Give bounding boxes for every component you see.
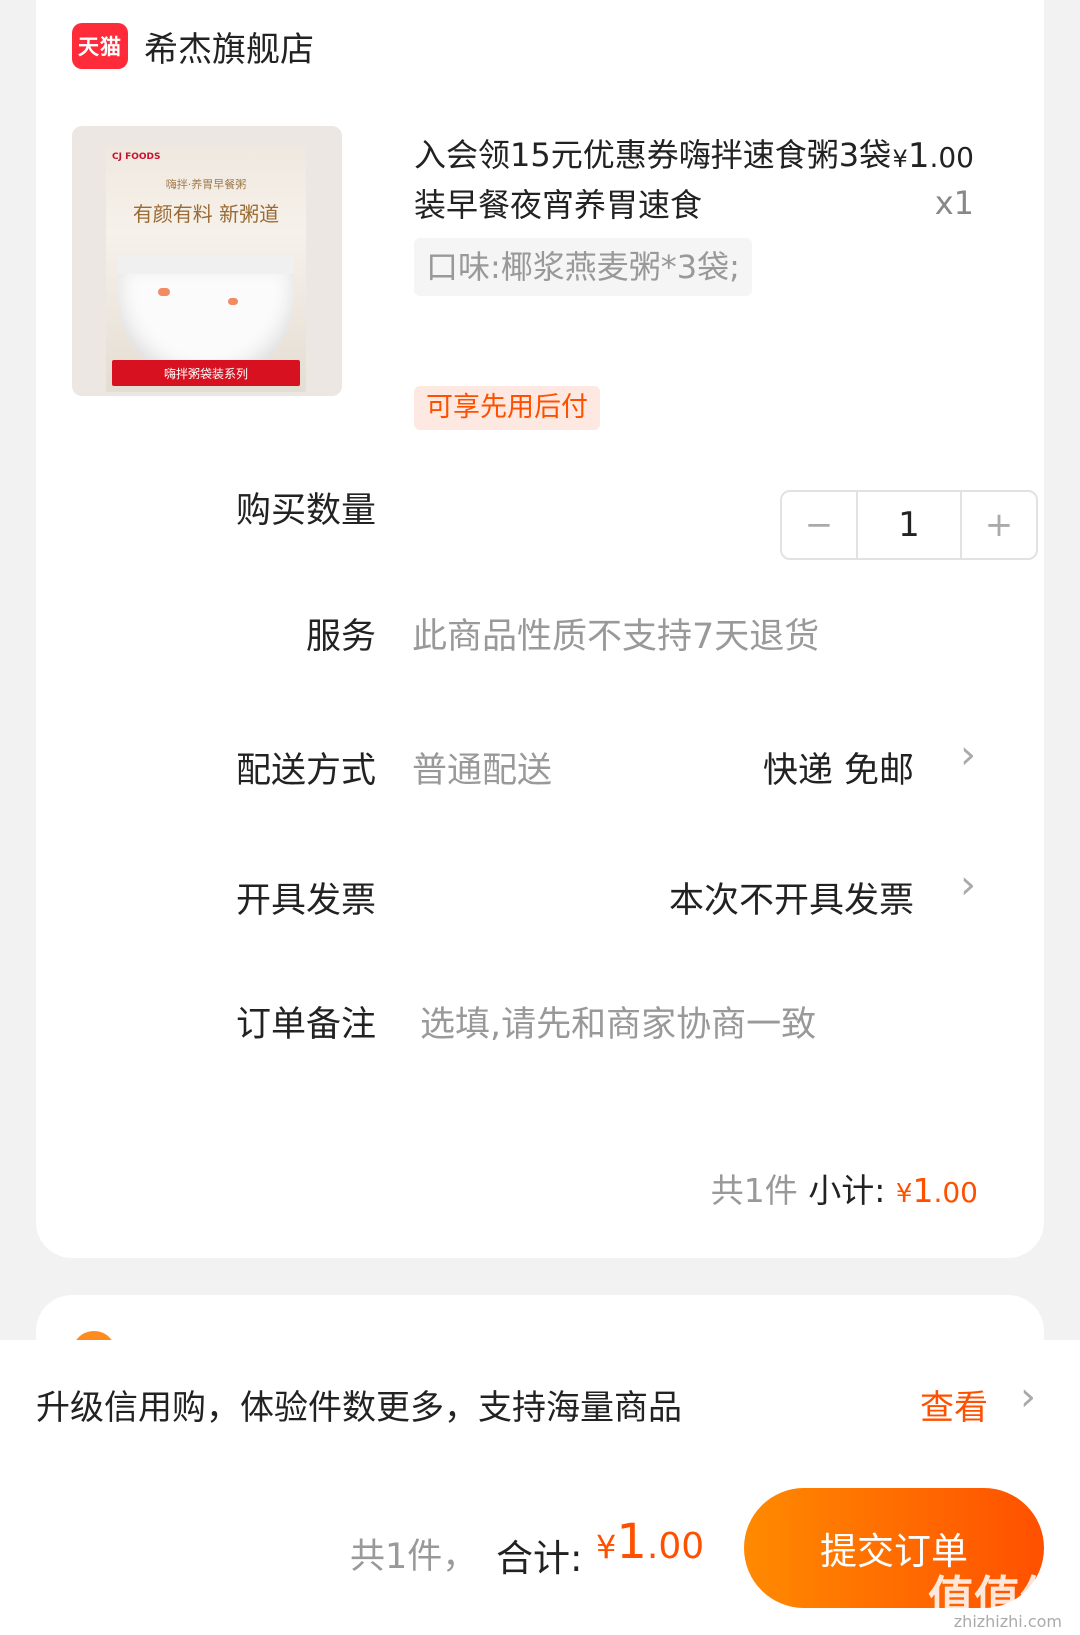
quantity-increase-button[interactable]: + xyxy=(962,492,1036,558)
subtotal-decimal: .00 xyxy=(933,1176,978,1209)
total-currency: ¥ xyxy=(596,1528,617,1566)
quantity-input[interactable]: 1 xyxy=(856,492,962,558)
promo-text: 升级信用购，体验件数更多，支持海量商品 xyxy=(36,1388,682,1428)
subtotal-currency: ¥ xyxy=(895,1179,913,1209)
total-decimal: .00 xyxy=(646,1526,705,1567)
product-image[interactable]: CJ FOODS 嗨拌·养胃早餐粥 有颜有料 新粥道 嗨拌粥袋装系列 xyxy=(72,126,342,396)
product-image-brand: CJ FOODS xyxy=(112,152,161,162)
product-title[interactable]: 入会领15元优惠券嗨拌速食粥3袋装早餐夜宵养胃速食 xyxy=(414,130,904,230)
footer-item-count: 共1件， xyxy=(350,1537,478,1577)
service-label: 服务 xyxy=(305,617,376,657)
subtotal: 共1件 小计: ¥1.00 xyxy=(711,1164,978,1212)
price-decimal: .00 xyxy=(929,141,974,174)
product-price: ¥1.00 xyxy=(893,136,974,176)
credit-promo-bar[interactable]: 升级信用购，体验件数更多，支持海量商品 查看 › xyxy=(0,1340,1080,1470)
quantity-label: 购买数量 xyxy=(235,491,376,531)
product-spec: 口味:椰浆燕麦粥*3袋; xyxy=(414,238,752,296)
promo-view-link[interactable]: 查看 xyxy=(920,1380,988,1429)
chevron-right-icon[interactable]: › xyxy=(1020,1374,1036,1420)
remark-label: 订单备注 xyxy=(235,1005,376,1045)
product-quantity: x1 xyxy=(934,184,974,222)
delivery-label: 配送方式 xyxy=(235,751,376,791)
invoice-option[interactable]: 本次不开具发票 xyxy=(669,872,914,923)
delivery-option[interactable]: 快递 免邮 xyxy=(763,742,914,793)
subtotal-label: 小计: xyxy=(808,1171,886,1210)
invoice-label: 开具发票 xyxy=(235,881,376,921)
subtotal-count: 共1件 xyxy=(710,1171,798,1210)
tmall-logo: 天猫 xyxy=(72,23,128,69)
product-image-title: 有颜有料 新粥道 xyxy=(132,202,280,226)
service-value: 此商品性质不支持7天退货 xyxy=(412,617,820,657)
pay-later-badge: 可享先用后付 xyxy=(414,386,600,430)
checkout-footer: 共1件， 合计: ¥1.00 提交订单 xyxy=(0,1470,1080,1635)
total-amount: ¥1.00 xyxy=(596,1514,704,1570)
product-package-image: CJ FOODS 嗨拌·养胃早餐粥 有颜有料 新粥道 嗨拌粥袋装系列 xyxy=(106,146,306,392)
total-integer: 1 xyxy=(616,1514,647,1570)
shop-name[interactable]: 希杰旗舰店 xyxy=(144,22,314,71)
quantity-decrease-button[interactable]: − xyxy=(782,492,856,558)
total-label: 合计: xyxy=(496,1537,583,1580)
shop-header[interactable]: 天猫 希杰旗舰店 xyxy=(72,18,314,74)
chevron-right-icon[interactable]: › xyxy=(960,862,976,908)
quantity-stepper: − 1 + xyxy=(780,490,1038,560)
watermark-url: zhizhizhi.com xyxy=(953,1612,1062,1631)
subtotal-integer: 1 xyxy=(912,1171,934,1210)
subtotal-amount: ¥1.00 xyxy=(896,1171,978,1210)
delivery-method: 普通配送 xyxy=(412,751,553,791)
price-integer: 1 xyxy=(907,136,930,176)
remark-input[interactable]: 选填,请先和商家协商一致 xyxy=(420,996,816,1047)
chevron-right-icon[interactable]: › xyxy=(960,732,976,778)
order-card: 天猫 希杰旗舰店 CJ FOODS 嗨拌·养胃早餐粥 有颜有料 新粥道 嗨拌粥袋… xyxy=(36,0,1044,1258)
price-currency: ¥ xyxy=(892,145,908,173)
product-image-banner: 嗨拌粥袋装系列 xyxy=(112,360,300,386)
product-image-subtitle: 嗨拌·养胃早餐粥 xyxy=(165,178,247,191)
